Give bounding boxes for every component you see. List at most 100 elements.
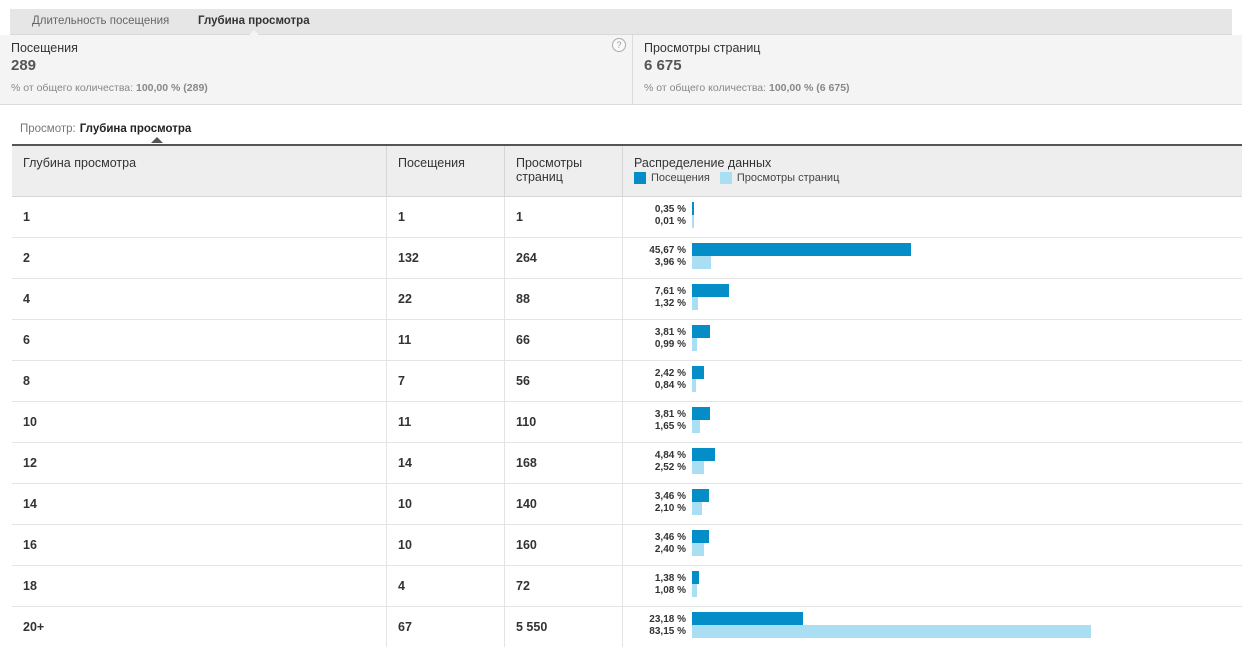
cell-depth: 1: [12, 197, 387, 237]
table-header: Глубина просмотра Посещения Просмотры ст…: [12, 146, 1242, 197]
table-row[interactable]: 18 4 72 1,38 % 1,08 %: [12, 566, 1242, 607]
cell-visits: 67: [387, 607, 505, 647]
scorecard-value: 289: [11, 57, 37, 74]
visits-bar: [692, 448, 716, 461]
scorecard-pageviews[interactable]: Просмотры страниц 6 675 % от общего коли…: [633, 35, 1242, 104]
cell-distribution: 2,42 % 0,84 %: [623, 361, 1242, 401]
scorecard-value: 6 675: [644, 57, 682, 74]
visits-percent: 0,35 %: [654, 204, 686, 215]
cell-visits: 10: [387, 484, 505, 524]
cell-depth: 4: [12, 279, 387, 319]
cell-depth: 12: [12, 443, 387, 483]
column-header-pageviews[interactable]: Просмотры страниц: [505, 146, 623, 197]
data-table: Глубина просмотра Посещения Просмотры ст…: [12, 144, 1242, 647]
pageviews-bar: [692, 256, 711, 269]
visits-percent: 7,61 %: [654, 286, 686, 297]
cell-pageviews: 110: [505, 402, 623, 442]
visits-percent: 1,38 %: [654, 573, 686, 584]
visits-bar: [692, 407, 711, 420]
scorecards: Посещения 289 % от общего количества: 10…: [0, 35, 1242, 105]
visits-percent: 45,67 %: [649, 245, 686, 256]
visits-bar: [692, 243, 912, 256]
scorecard-sub-value: 100,00 % (289): [135, 82, 208, 94]
tab-page-depth[interactable]: Глубина просмотра: [188, 9, 320, 36]
scorecard-sub-prefix: % от общего количества:: [11, 82, 136, 94]
visits-bar: [692, 489, 709, 502]
table-row[interactable]: 14 10 140 3,46 % 2,10 %: [12, 484, 1242, 525]
pageviews-percent: 2,52 %: [654, 462, 686, 473]
table-row[interactable]: 4 22 88 7,61 % 1,32 %: [12, 279, 1242, 320]
cell-distribution: 1,38 % 1,08 %: [623, 566, 1242, 606]
table-row[interactable]: 12 14 168 4,84 % 2,52 %: [12, 443, 1242, 484]
visits-percent: 23,18 %: [649, 614, 686, 625]
pageviews-percent: 1,08 %: [654, 585, 686, 596]
cell-depth: 14: [12, 484, 387, 524]
pageviews-percent: 0,01 %: [654, 216, 686, 227]
cell-pageviews: 72: [505, 566, 623, 606]
cell-visits: 7: [387, 361, 505, 401]
distribution-title: Распределение данных: [634, 156, 772, 170]
cell-visits: 10: [387, 525, 505, 565]
cell-visits: 11: [387, 402, 505, 442]
cell-pageviews: 140: [505, 484, 623, 524]
cell-depth: 20+: [12, 607, 387, 647]
tab-visit-duration[interactable]: Длительность посещения: [22, 9, 179, 35]
scorecard-sub-prefix: % от общего количества:: [644, 82, 769, 94]
table-row[interactable]: 8 7 56 2,42 % 0,84 %: [12, 361, 1242, 402]
table-row[interactable]: 1 1 1 0,35 % 0,01 %: [12, 197, 1242, 238]
cell-distribution: 45,67 % 3,96 %: [623, 238, 1242, 278]
cell-distribution: 3,81 % 0,99 %: [623, 320, 1242, 360]
table-row[interactable]: 2 132 264 45,67 % 3,96 %: [12, 238, 1242, 279]
visits-bar: [692, 530, 709, 543]
pageviews-bar: [692, 297, 699, 310]
cell-distribution: 3,81 % 1,65 %: [623, 402, 1242, 442]
scorecard-sub-value: 100,00 % (6 675): [768, 82, 850, 94]
pageviews-bar: [692, 379, 697, 392]
cell-depth: 16: [12, 525, 387, 565]
pageviews-percent: 1,32 %: [654, 298, 686, 309]
pageviews-bar: [692, 502, 703, 515]
visits-percent: 4,84 %: [654, 450, 686, 461]
table-row[interactable]: 20+ 67 5 550 23,18 % 83,15 %: [12, 607, 1242, 647]
visits-bar: [692, 202, 694, 215]
visits-bar: [692, 325, 711, 338]
help-icon[interactable]: ?: [612, 38, 626, 52]
visits-percent: 3,46 %: [654, 532, 686, 543]
table-row[interactable]: 6 11 66 3,81 % 0,99 %: [12, 320, 1242, 361]
legend-label: Посещения: [651, 172, 710, 184]
scorecard-visits[interactable]: Посещения 289 % от общего количества: 10…: [0, 35, 633, 104]
distribution-legend: Посещения Просмотры страниц: [634, 172, 1231, 184]
column-header-distribution: Распределение данных Посещения Просмотры…: [623, 146, 1242, 197]
cell-visits: 132: [387, 238, 505, 278]
legend-item-pageviews: Просмотры страниц: [719, 172, 839, 184]
table-row[interactable]: 10 11 110 3,81 % 1,65 %: [12, 402, 1242, 443]
cell-distribution: 7,61 % 1,32 %: [623, 279, 1242, 319]
table-body: 1 1 1 0,35 % 0,01 % 2 132 264 45,67 % 3,96 % 4 22 88…: [12, 197, 1242, 647]
cell-distribution: 0,35 % 0,01 %: [623, 197, 1242, 237]
cell-pageviews: 5 550: [505, 607, 623, 647]
cell-depth: 18: [12, 566, 387, 606]
pageviews-bar: [692, 584, 698, 597]
pageviews-percent: 2,10 %: [654, 503, 686, 514]
pageviews-percent: 83,15 %: [649, 626, 686, 637]
table-row[interactable]: 16 10 160 3,46 % 2,40 %: [12, 525, 1242, 566]
caret-up-icon: [151, 137, 163, 143]
pageviews-percent: 0,84 %: [654, 380, 686, 391]
cell-pageviews: 66: [505, 320, 623, 360]
visits-bar: [692, 366, 704, 379]
legend-swatch-pageviews: [719, 172, 732, 184]
pageviews-percent: 0,99 %: [654, 339, 686, 350]
pageviews-bar: [692, 543, 704, 556]
cell-depth: 10: [12, 402, 387, 442]
column-header-visits[interactable]: Посещения: [387, 146, 505, 197]
cell-visits: 22: [387, 279, 505, 319]
tab-page-depth-label: Глубина просмотра: [198, 15, 310, 27]
cell-pageviews: 160: [505, 525, 623, 565]
column-header-depth[interactable]: Глубина просмотра: [12, 146, 387, 197]
view-selector-value[interactable]: Глубина просмотра: [80, 123, 192, 135]
cell-distribution: 3,46 % 2,40 %: [623, 525, 1242, 565]
cell-pageviews: 88: [505, 279, 623, 319]
pageviews-bar: [692, 461, 705, 474]
view-selector-label: Просмотр:: [20, 123, 76, 135]
pageviews-bar: [692, 625, 1092, 638]
